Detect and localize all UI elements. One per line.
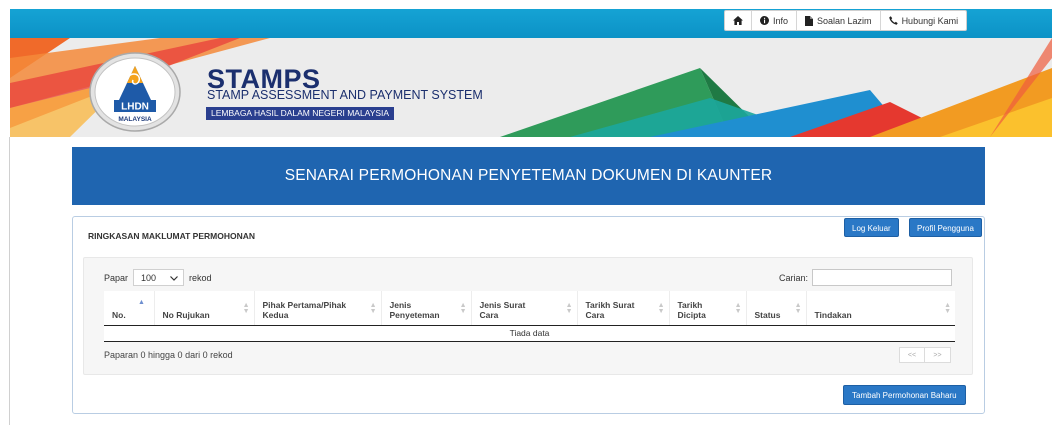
nav-contact[interactable]: Hubungi Kami bbox=[881, 11, 967, 30]
column-header-action[interactable]: Tindakan ▲ ▼ bbox=[806, 291, 955, 326]
column-header-instrument-date[interactable]: Tarikh Surat Cara ▲ ▼ bbox=[577, 291, 670, 326]
info-icon bbox=[760, 16, 769, 25]
nav-faq[interactable]: Soalan Lazim bbox=[797, 11, 881, 30]
sort-icon: ▲ ▼ bbox=[369, 302, 377, 315]
logo-text-top: LHDN bbox=[121, 102, 149, 113]
home-icon bbox=[733, 16, 743, 25]
pagination: << >> bbox=[899, 347, 951, 363]
document-icon bbox=[805, 15, 814, 26]
sort-icon: ▲ ▼ bbox=[459, 302, 467, 315]
column-header-status[interactable]: Status ▲ ▼ bbox=[746, 291, 807, 326]
logo-text-bottom: MALAYSIA bbox=[118, 116, 152, 123]
column-header-stamping-type[interactable]: Jenis Penyeteman ▲ ▼ bbox=[381, 291, 472, 326]
page-left-border bbox=[0, 137, 10, 425]
search-label: Carian: bbox=[779, 272, 809, 283]
table-row: Tiada data bbox=[104, 325, 955, 342]
brand-tagline: LEMBAGA HASIL DALAM NEGERI MALAYSIA bbox=[206, 107, 395, 120]
sort-icon: ▲ ▼ bbox=[794, 302, 802, 315]
column-header-instrument-type[interactable]: Jenis Surat Cara ▲ ▼ bbox=[471, 291, 578, 326]
sort-icon: ▲ ▼ bbox=[944, 302, 951, 315]
table-info: Paparan 0 hingga 0 dari 0 rekod bbox=[104, 350, 233, 360]
table-header-row: No. ▲ No Rujukan ▲ ▼ Pihak Pertama/Pihak … bbox=[104, 291, 955, 326]
page-title: SENARAI PERMOHONAN PENYETEMAN DOKUMEN DI… bbox=[72, 147, 985, 205]
sort-icon: ▲ ▼ bbox=[734, 302, 742, 315]
empty-table-message: Tiada data bbox=[104, 325, 955, 342]
nav-faq-label: Soalan Lazim bbox=[817, 15, 872, 26]
next-page-button[interactable]: >> bbox=[925, 347, 951, 363]
nav-info-label: Info bbox=[773, 15, 789, 26]
chevron-down-icon bbox=[170, 273, 178, 283]
logout-button[interactable]: Log Keluar bbox=[844, 218, 899, 237]
brand-subtitle: STAMP ASSESSMENT AND PAYMENT SYSTEM bbox=[207, 88, 483, 102]
phone-icon bbox=[888, 16, 898, 25]
nav-contact-label: Hubungi Kami bbox=[901, 15, 959, 26]
add-application-button[interactable]: Tambah Permohonan Baharu bbox=[843, 385, 966, 405]
summary-panel: RINGKASAN MAKLUMAT PERMOHONAN Log Keluar… bbox=[72, 216, 985, 414]
search-control: Carian: bbox=[779, 269, 953, 286]
profile-button[interactable]: Profil Pengguna bbox=[909, 218, 982, 237]
nav-info[interactable]: Info bbox=[752, 11, 798, 30]
header-banner: LHDN MALAYSIA STAMPS STAMP ASSESSMENT AN… bbox=[10, 38, 1052, 137]
top-bar: Info Soalan Lazim Hubungi Kami bbox=[10, 9, 1052, 38]
column-header-parties[interactable]: Pihak Pertama/Pihak Kedua ▲ ▼ bbox=[254, 291, 382, 326]
top-nav: Info Soalan Lazim Hubungi Kami bbox=[724, 10, 968, 31]
length-suffix: rekod bbox=[189, 272, 212, 283]
page-length-value: 100 bbox=[141, 272, 157, 283]
sort-icon: ▲ ▼ bbox=[565, 302, 573, 315]
lhdn-logo: LHDN MALAYSIA bbox=[89, 48, 181, 132]
search-input[interactable] bbox=[812, 269, 953, 286]
column-header-reference[interactable]: No Rujukan ▲ ▼ bbox=[154, 291, 255, 326]
previous-page-button[interactable]: << bbox=[899, 347, 925, 363]
sort-asc-icon: ▲ bbox=[138, 299, 145, 306]
nav-home[interactable] bbox=[725, 11, 752, 30]
page: Info Soalan Lazim Hubungi Kami LHDN MALA… bbox=[0, 0, 1052, 425]
sort-icon: ▲ ▼ bbox=[657, 302, 665, 315]
panel-title: RINGKASAN MAKLUMAT PERMOHONAN bbox=[88, 231, 255, 241]
sort-icon: ▲ ▼ bbox=[242, 302, 250, 315]
column-header-created-date[interactable]: Tarikh Dicipta ▲ ▼ bbox=[669, 291, 747, 326]
page-length-control: Papar 100 rekod bbox=[104, 269, 212, 286]
column-header-no[interactable]: No. ▲ bbox=[104, 291, 155, 326]
table-wrapper: Papar 100 rekod Carian: No. ▲ No Rujukan… bbox=[83, 257, 973, 375]
applications-table: No. ▲ No Rujukan ▲ ▼ Pihak Pertama/Pihak … bbox=[104, 291, 955, 342]
page-length-select[interactable]: 100 bbox=[133, 269, 185, 286]
length-prefix: Papar bbox=[104, 272, 129, 283]
